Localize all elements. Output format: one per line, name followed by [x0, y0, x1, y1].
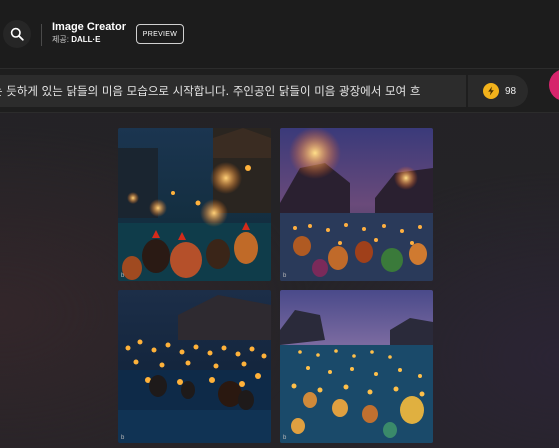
- subtitle-brand: DALL·E: [71, 35, 101, 44]
- search-button[interactable]: [3, 20, 31, 48]
- tile-mark: b: [283, 435, 287, 441]
- generated-image-4[interactable]: b: [280, 290, 433, 443]
- tile-mark: b: [121, 273, 125, 279]
- app-subtitle: 제공: DALL·E: [52, 34, 126, 46]
- search-icon: [10, 27, 24, 41]
- subtitle-prefix: 제공:: [52, 35, 69, 44]
- top-bar: Image Creator 제공: DALL·E PREVIEW: [0, 0, 559, 68]
- boost-coin-icon: [483, 83, 499, 99]
- generated-image-2[interactable]: b: [280, 128, 433, 281]
- prompt-bar: 는 듯하게 있는 닭들의 미음 모습으로 시작합니다. 주인공인 닭들이 미음 …: [0, 68, 559, 113]
- prompt-input[interactable]: 는 듯하게 있는 닭들의 미음 모습으로 시작합니다. 주인공인 닭들이 미음 …: [0, 75, 466, 107]
- tile-mark: b: [283, 273, 287, 279]
- brand[interactable]: Image Creator 제공: DALL·E: [52, 21, 126, 46]
- generated-image-3[interactable]: b: [118, 290, 271, 443]
- boosts-counter[interactable]: 98: [468, 75, 528, 107]
- preview-badge: PREVIEW: [136, 24, 184, 44]
- boost-count: 98: [505, 85, 517, 97]
- app-title: Image Creator: [52, 21, 126, 33]
- generated-image-1[interactable]: b: [118, 128, 271, 281]
- header-divider: [41, 24, 42, 46]
- tile-mark: b: [121, 435, 125, 441]
